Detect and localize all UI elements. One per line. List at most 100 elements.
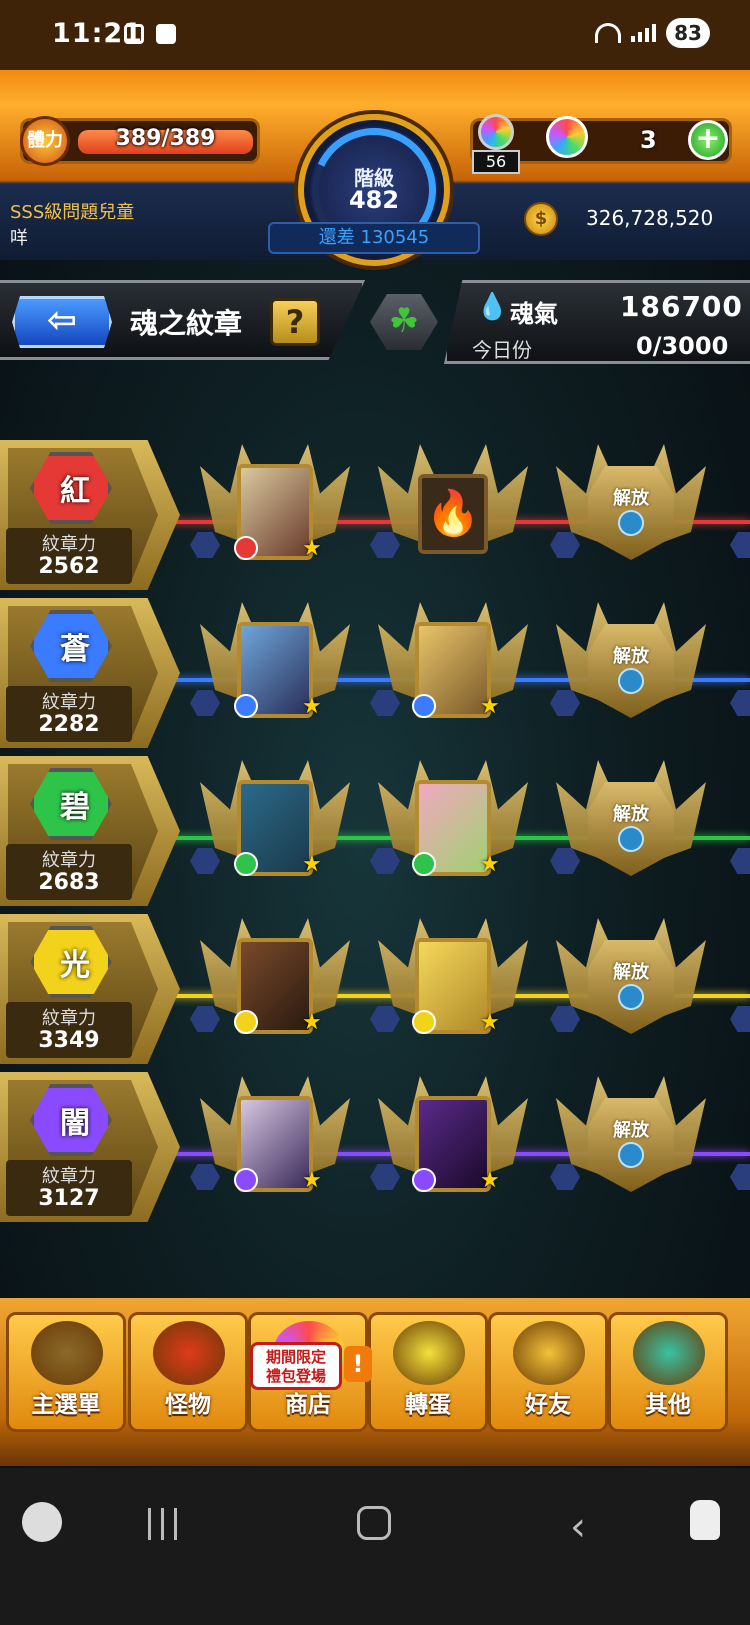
- touch-lock-icon[interactable]: [690, 1500, 720, 1540]
- hex-slot: [298, 848, 328, 874]
- power-value: 2683: [38, 870, 100, 895]
- emblem-slot[interactable]: ★: [378, 1072, 528, 1222]
- home-button[interactable]: [357, 1506, 391, 1540]
- help-button[interactable]: ?: [270, 298, 320, 346]
- emblem-slot[interactable]: ★: [200, 1072, 350, 1222]
- hex-slot: [190, 1164, 220, 1190]
- main-menu-icon: [31, 1321, 103, 1385]
- hex-slot: [658, 1006, 688, 1032]
- attribute-tag[interactable]: 光紋章力 3349: [0, 914, 180, 1064]
- add-orb-button[interactable]: +: [688, 120, 728, 160]
- player-name: 咩: [10, 228, 28, 249]
- power-value: 2562: [38, 554, 100, 579]
- power-value: 2282: [38, 712, 100, 737]
- hex-slot: [586, 848, 616, 874]
- emblem-row: 闇紋章力 3127 ★ ★ 解放: [0, 1072, 750, 1236]
- stamina-value: 389/389: [115, 126, 216, 151]
- hex-slot: [334, 848, 364, 874]
- emblem-slot[interactable]: 解放: [556, 756, 706, 906]
- emblem-slot[interactable]: ★: [200, 440, 350, 590]
- hex-slot: [226, 532, 256, 558]
- hex-slot: [730, 690, 750, 716]
- hex-slot: [622, 1006, 652, 1032]
- power-label: 紋章力: [42, 1008, 96, 1029]
- nav-other[interactable]: 其他: [608, 1312, 728, 1432]
- unlock-label: 解放: [613, 488, 649, 509]
- hex-slot-row: [190, 690, 750, 716]
- nav-gacha[interactable]: 轉蛋: [368, 1312, 488, 1432]
- hex-slot: [406, 848, 436, 874]
- hex-slot: [730, 1006, 750, 1032]
- hex-slot: [262, 1164, 292, 1190]
- hex-slot: [550, 690, 580, 716]
- back-button[interactable]: ⇦: [12, 296, 112, 348]
- emblem-row: 蒼紋章力 2282 ★ ★ 解放: [0, 598, 750, 762]
- attribute-tag[interactable]: 闇紋章力 3127: [0, 1072, 180, 1222]
- power-value: 3349: [38, 1028, 100, 1053]
- hex-slot: [226, 848, 256, 874]
- recent-apps-button[interactable]: [148, 1508, 177, 1540]
- lamp-orb-icon: [478, 114, 514, 150]
- nav-main-menu[interactable]: 主選單: [6, 1312, 126, 1432]
- emblem-slot[interactable]: 解放: [556, 1072, 706, 1222]
- hex-slot: [550, 532, 580, 558]
- attribute-tag[interactable]: 紅紋章力 2562: [0, 440, 180, 590]
- emblem-slot[interactable]: ★: [378, 598, 528, 748]
- emblem-slot[interactable]: ★: [378, 756, 528, 906]
- hex-slot: [550, 1006, 580, 1032]
- hex-slot: [226, 1006, 256, 1032]
- emblem-slot[interactable]: 🔥: [378, 440, 528, 590]
- emblem-slot[interactable]: 解放: [556, 440, 706, 590]
- soul-label: 魂氣: [510, 300, 558, 328]
- hex-slot-row: [190, 532, 750, 558]
- hex-slot: [406, 532, 436, 558]
- hex-slot: [370, 690, 400, 716]
- hex-slot-row: [190, 848, 750, 874]
- wifi-icon: [595, 23, 621, 43]
- nav-monster[interactable]: 怪物: [128, 1312, 248, 1432]
- hex-slot: [730, 532, 750, 558]
- emblem-slot[interactable]: 解放: [556, 914, 706, 1064]
- emblem-slot[interactable]: 解放: [556, 598, 706, 748]
- gacha-icon: [393, 1321, 465, 1385]
- soul-flame-icon: 💧: [476, 292, 509, 322]
- nav-label: 其他: [645, 1392, 691, 1418]
- hex-slot-row: [190, 1006, 750, 1032]
- game-header: 體力 389/389 階級 482 56 3 + SSS級問題兒童 咩 還差 1…: [0, 70, 750, 270]
- exp-remaining: 還差 130545: [268, 222, 480, 254]
- attribute-tag[interactable]: 碧紋章力 2683: [0, 756, 180, 906]
- hex-slot: [694, 690, 724, 716]
- system-nav-bar: ‹: [0, 1468, 750, 1625]
- hex-slot: [262, 690, 292, 716]
- power-label: 紋章力: [42, 1166, 96, 1187]
- attribute-tag[interactable]: 蒼紋章力 2282: [0, 598, 180, 748]
- page-title: 魂之紋章: [130, 307, 243, 340]
- emblem-slot[interactable]: ★: [200, 756, 350, 906]
- orb-lamp[interactable]: 56: [468, 110, 524, 174]
- nav-label: 好友: [525, 1392, 571, 1418]
- notes-icon: [156, 24, 176, 44]
- nav-friends[interactable]: 好友: [488, 1312, 608, 1432]
- hex-slot: [298, 690, 328, 716]
- hex-slot: [586, 532, 616, 558]
- orb-count: 3: [640, 126, 657, 154]
- emblem-slot[interactable]: ★: [378, 914, 528, 1064]
- hex-slot: [334, 1164, 364, 1190]
- hex-slot: [190, 690, 220, 716]
- game-launcher-icon[interactable]: [22, 1502, 62, 1542]
- nav-label: 商店: [285, 1392, 331, 1418]
- player-title: SSS級問題兒童: [10, 202, 135, 223]
- hex-slot: [586, 1006, 616, 1032]
- back-nav-button[interactable]: ‹: [570, 1504, 586, 1550]
- clover-button[interactable]: ☘: [370, 294, 438, 350]
- hex-slot: [262, 532, 292, 558]
- emblem-slot[interactable]: ★: [200, 598, 350, 748]
- hex-slot: [442, 532, 472, 558]
- emblem-row: 紅紋章力 2562 ★ 🔥 解放: [0, 440, 750, 604]
- hex-slot: [658, 1164, 688, 1190]
- emblem-slot[interactable]: ★: [200, 914, 350, 1064]
- hex-slot: [262, 1006, 292, 1032]
- daily-value: 0/3000: [636, 332, 729, 360]
- rank-value: 482: [348, 186, 400, 214]
- hex-slot: [694, 532, 724, 558]
